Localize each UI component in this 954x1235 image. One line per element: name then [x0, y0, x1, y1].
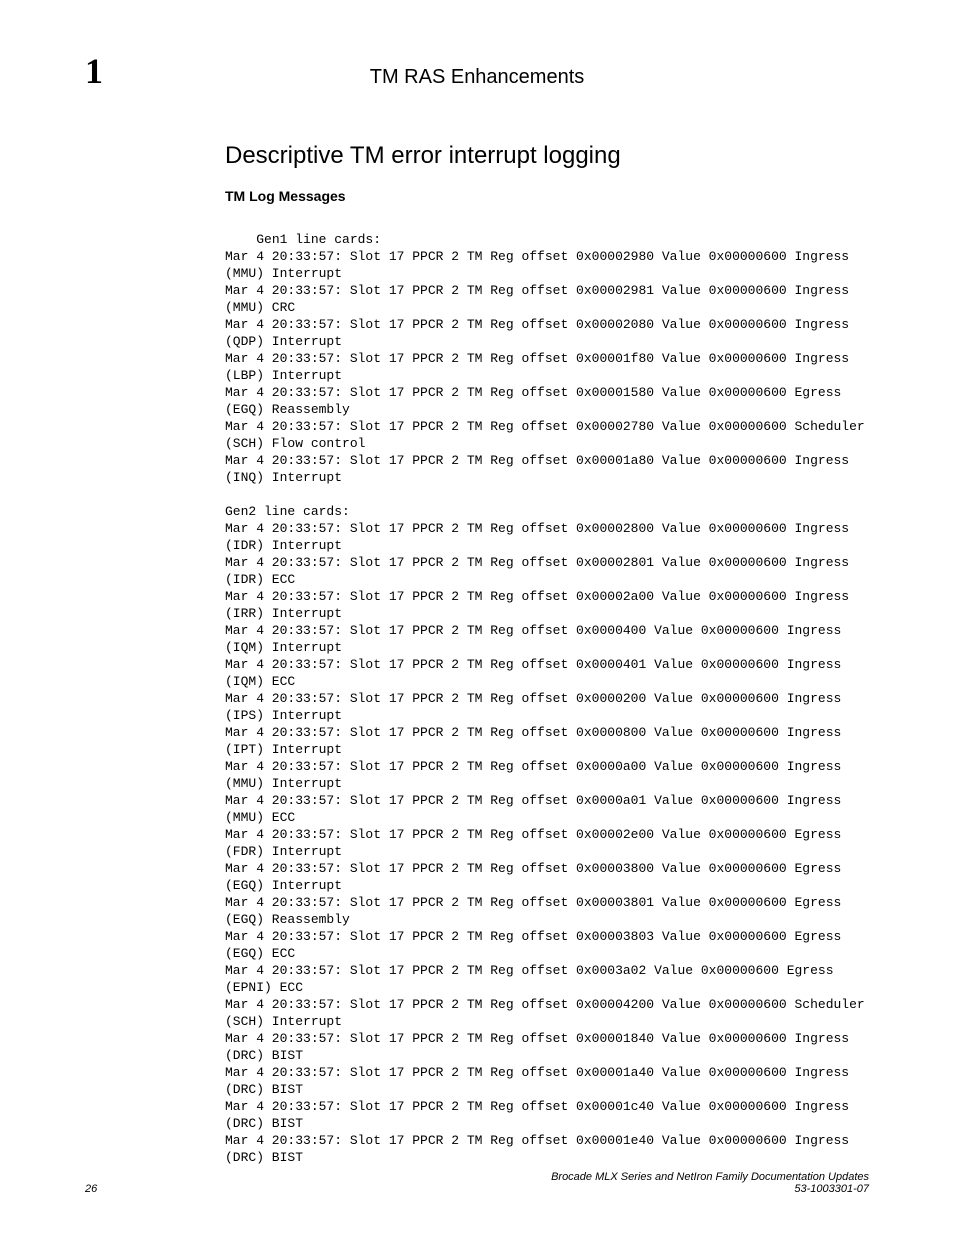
- log-line: Mar 4 20:33:57: Slot 17 PPCR 2 TM Reg of…: [225, 249, 857, 281]
- section-title: Descriptive TM error interrupt logging: [225, 142, 869, 170]
- content-area: Descriptive TM error interrupt logging T…: [0, 92, 954, 1166]
- chapter-number: 1: [85, 50, 225, 92]
- log-line: Mar 4 20:33:57: Slot 17 PPCR 2 TM Reg of…: [225, 1065, 857, 1097]
- log-line: Mar 4 20:33:57: Slot 17 PPCR 2 TM Reg of…: [225, 589, 857, 621]
- log-line: Mar 4 20:33:57: Slot 17 PPCR 2 TM Reg of…: [225, 351, 857, 383]
- log-line: Mar 4 20:33:57: Slot 17 PPCR 2 TM Reg of…: [225, 895, 849, 927]
- subsection-title: TM Log Messages: [225, 188, 869, 204]
- log-line: Mar 4 20:33:57: Slot 17 PPCR 2 TM Reg of…: [225, 1133, 857, 1165]
- log-line: Mar 4 20:33:57: Slot 17 PPCR 2 TM Reg of…: [225, 759, 849, 791]
- page-number: 26: [85, 1183, 97, 1195]
- log-line: Mar 4 20:33:57: Slot 17 PPCR 2 TM Reg of…: [225, 385, 849, 417]
- log-line: Mar 4 20:33:57: Slot 17 PPCR 2 TM Reg of…: [225, 861, 849, 893]
- log-line: Mar 4 20:33:57: Slot 17 PPCR 2 TM Reg of…: [225, 827, 849, 859]
- log-line: Mar 4 20:33:57: Slot 17 PPCR 2 TM Reg of…: [225, 453, 857, 485]
- log-heading: Gen2 line cards:: [225, 504, 350, 519]
- log-line: Mar 4 20:33:57: Slot 17 PPCR 2 TM Reg of…: [225, 1031, 857, 1063]
- doc-id: 53-1003301-07: [551, 1183, 869, 1195]
- log-heading: Gen1 line cards:: [256, 232, 381, 247]
- log-line: Mar 4 20:33:57: Slot 17 PPCR 2 TM Reg of…: [225, 317, 857, 349]
- running-title: TM RAS Enhancements: [225, 66, 729, 89]
- log-line: Mar 4 20:33:57: Slot 17 PPCR 2 TM Reg of…: [225, 929, 849, 961]
- doc-title: Brocade MLX Series and NetIron Family Do…: [551, 1171, 869, 1183]
- log-line: Mar 4 20:33:57: Slot 17 PPCR 2 TM Reg of…: [225, 997, 873, 1029]
- footer-doc-info: Brocade MLX Series and NetIron Family Do…: [551, 1171, 869, 1195]
- log-line: Mar 4 20:33:57: Slot 17 PPCR 2 TM Reg of…: [225, 555, 857, 587]
- page-footer: 26 Brocade MLX Series and NetIron Family…: [85, 1171, 869, 1195]
- log-line: Mar 4 20:33:57: Slot 17 PPCR 2 TM Reg of…: [225, 623, 849, 655]
- log-line: Mar 4 20:33:57: Slot 17 PPCR 2 TM Reg of…: [225, 419, 873, 451]
- log-line: Mar 4 20:33:57: Slot 17 PPCR 2 TM Reg of…: [225, 793, 849, 825]
- log-line: Mar 4 20:33:57: Slot 17 PPCR 2 TM Reg of…: [225, 963, 841, 995]
- log-line: Mar 4 20:33:57: Slot 17 PPCR 2 TM Reg of…: [225, 521, 857, 553]
- page-header: 1 TM RAS Enhancements: [0, 0, 954, 92]
- log-line: Mar 4 20:33:57: Slot 17 PPCR 2 TM Reg of…: [225, 691, 849, 723]
- log-line: Mar 4 20:33:57: Slot 17 PPCR 2 TM Reg of…: [225, 1099, 857, 1131]
- log-line: Mar 4 20:33:57: Slot 17 PPCR 2 TM Reg of…: [225, 657, 849, 689]
- log-line: Mar 4 20:33:57: Slot 17 PPCR 2 TM Reg of…: [225, 725, 849, 757]
- log-line: Mar 4 20:33:57: Slot 17 PPCR 2 TM Reg of…: [225, 283, 857, 315]
- log-block-gen1: Gen1 line cards: Mar 4 20:33:57: Slot 17…: [225, 214, 869, 1166]
